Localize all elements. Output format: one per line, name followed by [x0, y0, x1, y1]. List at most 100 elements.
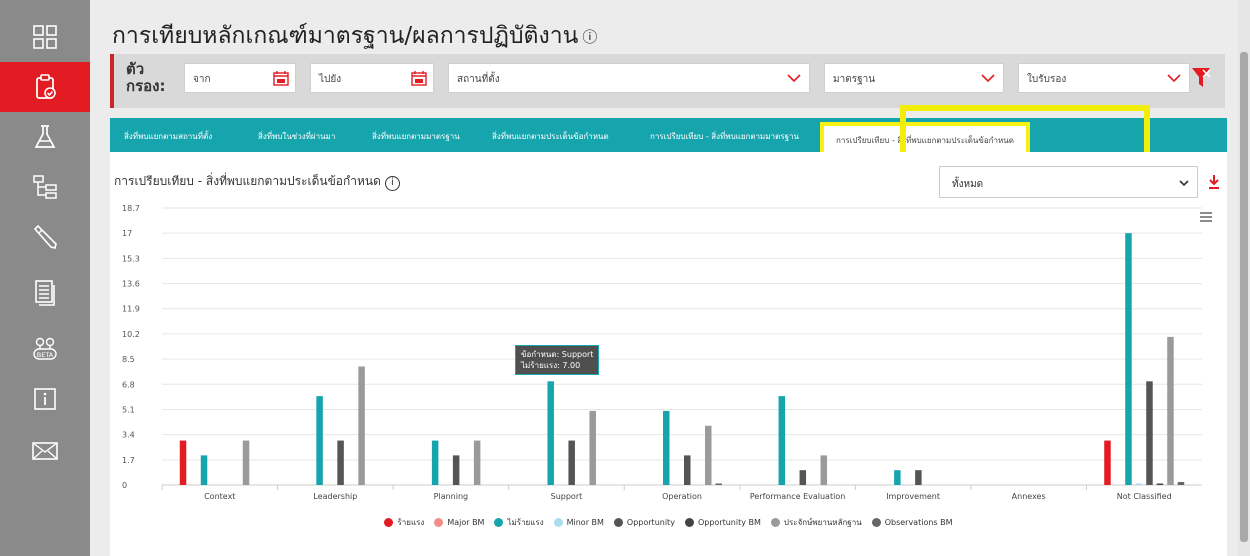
- sidebar-item-tools[interactable]: [0, 212, 90, 262]
- tab-recent[interactable]: สิ่งที่พบในช่วงที่ผ่านมา: [258, 130, 335, 143]
- svg-text:BETA: BETA: [37, 351, 54, 359]
- bar: [820, 455, 828, 485]
- legend-label: ประจักษ์พยานหลักฐาน: [783, 518, 862, 527]
- legend-item[interactable]: Opportunity BM: [684, 518, 761, 527]
- date-from-input[interactable]: จาก: [184, 63, 296, 93]
- y-tick-label: 0: [122, 481, 127, 490]
- tab-by-location[interactable]: สิ่งที่พบแยกตามสถานที่ตั้ง: [124, 130, 212, 143]
- tab-compare-standard[interactable]: การเปรียบเทียบ - สิ่งที่พบแยกตามมาตรฐาน: [650, 130, 799, 143]
- bar: [778, 396, 786, 485]
- legend-item[interactable]: Major BM: [434, 518, 484, 527]
- sidebar-item-info[interactable]: [0, 374, 90, 424]
- tab-bar: สิ่งที่พบแยกตามสถานที่ตั้ง สิ่งที่พบในช่…: [110, 118, 1227, 152]
- legend-dot: [613, 518, 623, 527]
- bar: [1125, 233, 1132, 485]
- sidebar-item-documents[interactable]: [0, 268, 90, 318]
- filter-bar: ตัว กรอง: จาก ไปยัง สถานที่ตั้ง มาตรฐาน ใ…: [110, 54, 1225, 108]
- bar: [179, 440, 187, 485]
- sidebar-item-audit[interactable]: [0, 62, 90, 112]
- page-info-icon[interactable]: ⓘ: [582, 28, 597, 46]
- certificate-select[interactable]: ใบรับรอง: [1018, 63, 1190, 93]
- chart-info-icon[interactable]: i: [384, 176, 400, 191]
- tooltip-label1: ข้อกำหนด: [521, 350, 557, 359]
- bar: [316, 396, 323, 485]
- legend-label: Observations BM: [884, 518, 953, 527]
- tab-by-standard[interactable]: สิ่งที่พบแยกตามมาตรฐาน: [372, 130, 460, 143]
- legend-dot: [871, 518, 881, 527]
- date-from-placeholder: จาก: [193, 74, 211, 85]
- filter-label: ตัว กรอง:: [126, 61, 165, 95]
- download-icon[interactable]: [1208, 174, 1220, 190]
- scrollbar-thumb[interactable]: [1240, 52, 1248, 542]
- sidebar-item-structure[interactable]: [0, 162, 90, 212]
- certificate-placeholder: ใบรับรอง: [1027, 74, 1067, 85]
- legend-item[interactable]: ประจักษ์พยานหลักฐาน: [770, 516, 862, 529]
- standard-placeholder: มาตรฐาน: [833, 74, 876, 85]
- bar: [799, 470, 807, 485]
- legend-item[interactable]: Observations BM: [871, 518, 953, 527]
- x-tick-label: Improvement: [886, 492, 940, 501]
- mail-icon: [32, 442, 58, 460]
- legend-label: ร้ายแรง: [397, 518, 425, 527]
- y-tick-label: 5.1: [122, 405, 135, 414]
- y-tick-label: 17: [122, 229, 132, 238]
- y-tick-label: 13.6: [122, 280, 140, 289]
- bar: [1104, 440, 1111, 485]
- legend-dot: [684, 518, 694, 527]
- sidebar: BETA: [0, 0, 90, 556]
- bar: [589, 410, 596, 485]
- beta-network-icon: BETA: [33, 337, 57, 360]
- location-select[interactable]: สถานที่ตั้ง: [448, 63, 810, 93]
- filter-label-line2: กรอง:: [126, 77, 166, 95]
- chart-panel: การเปรียบเทียบ - สิ่งที่พบแยกตามประเด็นข…: [110, 152, 1227, 556]
- standard-select[interactable]: มาตรฐาน: [824, 63, 1004, 93]
- bar: [431, 440, 439, 485]
- date-to-input[interactable]: ไปยัง: [310, 63, 434, 93]
- chevron-down-icon: [1179, 180, 1189, 187]
- bar: [1156, 483, 1164, 485]
- sidebar-item-mail[interactable]: [0, 426, 90, 476]
- bar: [452, 455, 460, 485]
- legend-dot: [384, 518, 394, 527]
- bar: [663, 410, 670, 485]
- tab-by-clause[interactable]: สิ่งที่พบแยกตามประเด็นข้อกำหนด: [492, 130, 609, 143]
- legend-item[interactable]: ไม่ร้ายแรง: [494, 516, 544, 529]
- sidebar-item-dashboard[interactable]: [0, 12, 90, 62]
- bar: [1146, 381, 1153, 485]
- legend-item[interactable]: ร้ายแรง: [384, 516, 424, 529]
- legend-item[interactable]: Opportunity: [613, 518, 675, 527]
- tooltip-value2: 7.00: [562, 361, 581, 370]
- legend-item[interactable]: Minor BM: [553, 518, 604, 527]
- bar: [894, 470, 901, 485]
- bar: [1135, 483, 1143, 485]
- bar: [547, 381, 554, 485]
- clear-filter-icon[interactable]: [1191, 66, 1211, 90]
- bar: [568, 440, 575, 485]
- flask-icon: [34, 125, 56, 148]
- calendar-icon[interactable]: [411, 70, 427, 86]
- y-tick-label: 6.8: [122, 380, 135, 389]
- dashboard-icon: [33, 25, 57, 49]
- x-tick-label: Annexes: [1012, 492, 1046, 501]
- calendar-icon[interactable]: [273, 70, 289, 86]
- location-placeholder: สถานที่ตั้ง: [457, 74, 500, 85]
- x-tick-label: Not Classified: [1117, 492, 1172, 501]
- legend-dot: [770, 518, 780, 527]
- page-title: การเทียบหลักเกณฑ์มาตรฐาน/ผลการปฏิบัติงาน…: [112, 18, 597, 54]
- bar: [242, 440, 250, 485]
- x-tick-label: Context: [204, 492, 235, 501]
- bar: [915, 470, 922, 485]
- legend-label: Opportunity BM: [697, 518, 761, 527]
- legend-label: Major BM: [447, 518, 485, 527]
- bar: [1167, 336, 1174, 485]
- filter-all-value: ทั้งหมด: [952, 179, 984, 190]
- bar: [200, 455, 208, 485]
- clipboard-check-icon: [36, 74, 56, 99]
- sidebar-item-beta[interactable]: BETA: [0, 324, 90, 374]
- sidebar-item-lab[interactable]: [0, 112, 90, 162]
- bar: [715, 483, 722, 485]
- tab-compare-clause[interactable]: การเปรียบเทียบ - สิ่งที่พบแยกตามประเด็นข…: [820, 122, 1030, 152]
- scrollbar[interactable]: [1238, 0, 1250, 556]
- legend-dot: [553, 518, 563, 527]
- bar: [705, 425, 712, 485]
